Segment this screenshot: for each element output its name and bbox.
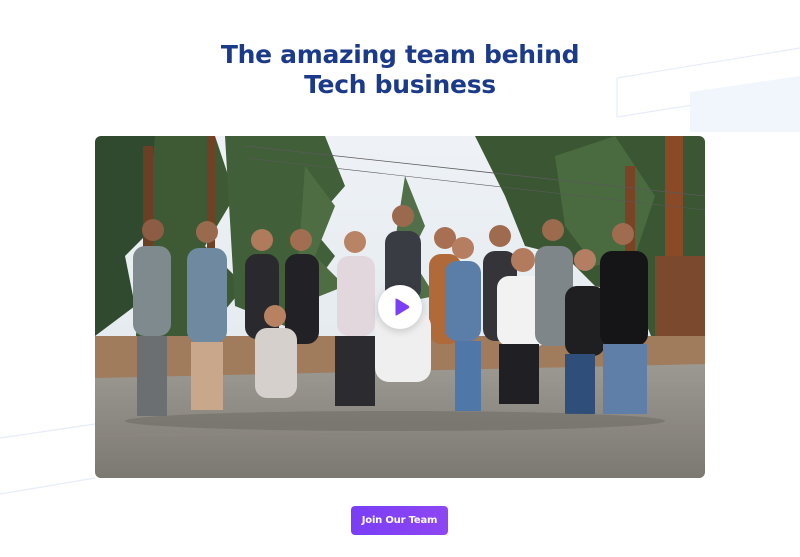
team-video[interactable] <box>95 136 705 478</box>
play-icon <box>395 298 409 316</box>
section-title-line2: Tech business <box>304 70 496 99</box>
section-title-line1: The amazing team behind <box>220 40 580 69</box>
section-title: The amazing team behind Tech business <box>0 40 800 100</box>
join-team-button[interactable]: Join Our Team <box>351 506 448 535</box>
play-button[interactable] <box>378 285 422 329</box>
